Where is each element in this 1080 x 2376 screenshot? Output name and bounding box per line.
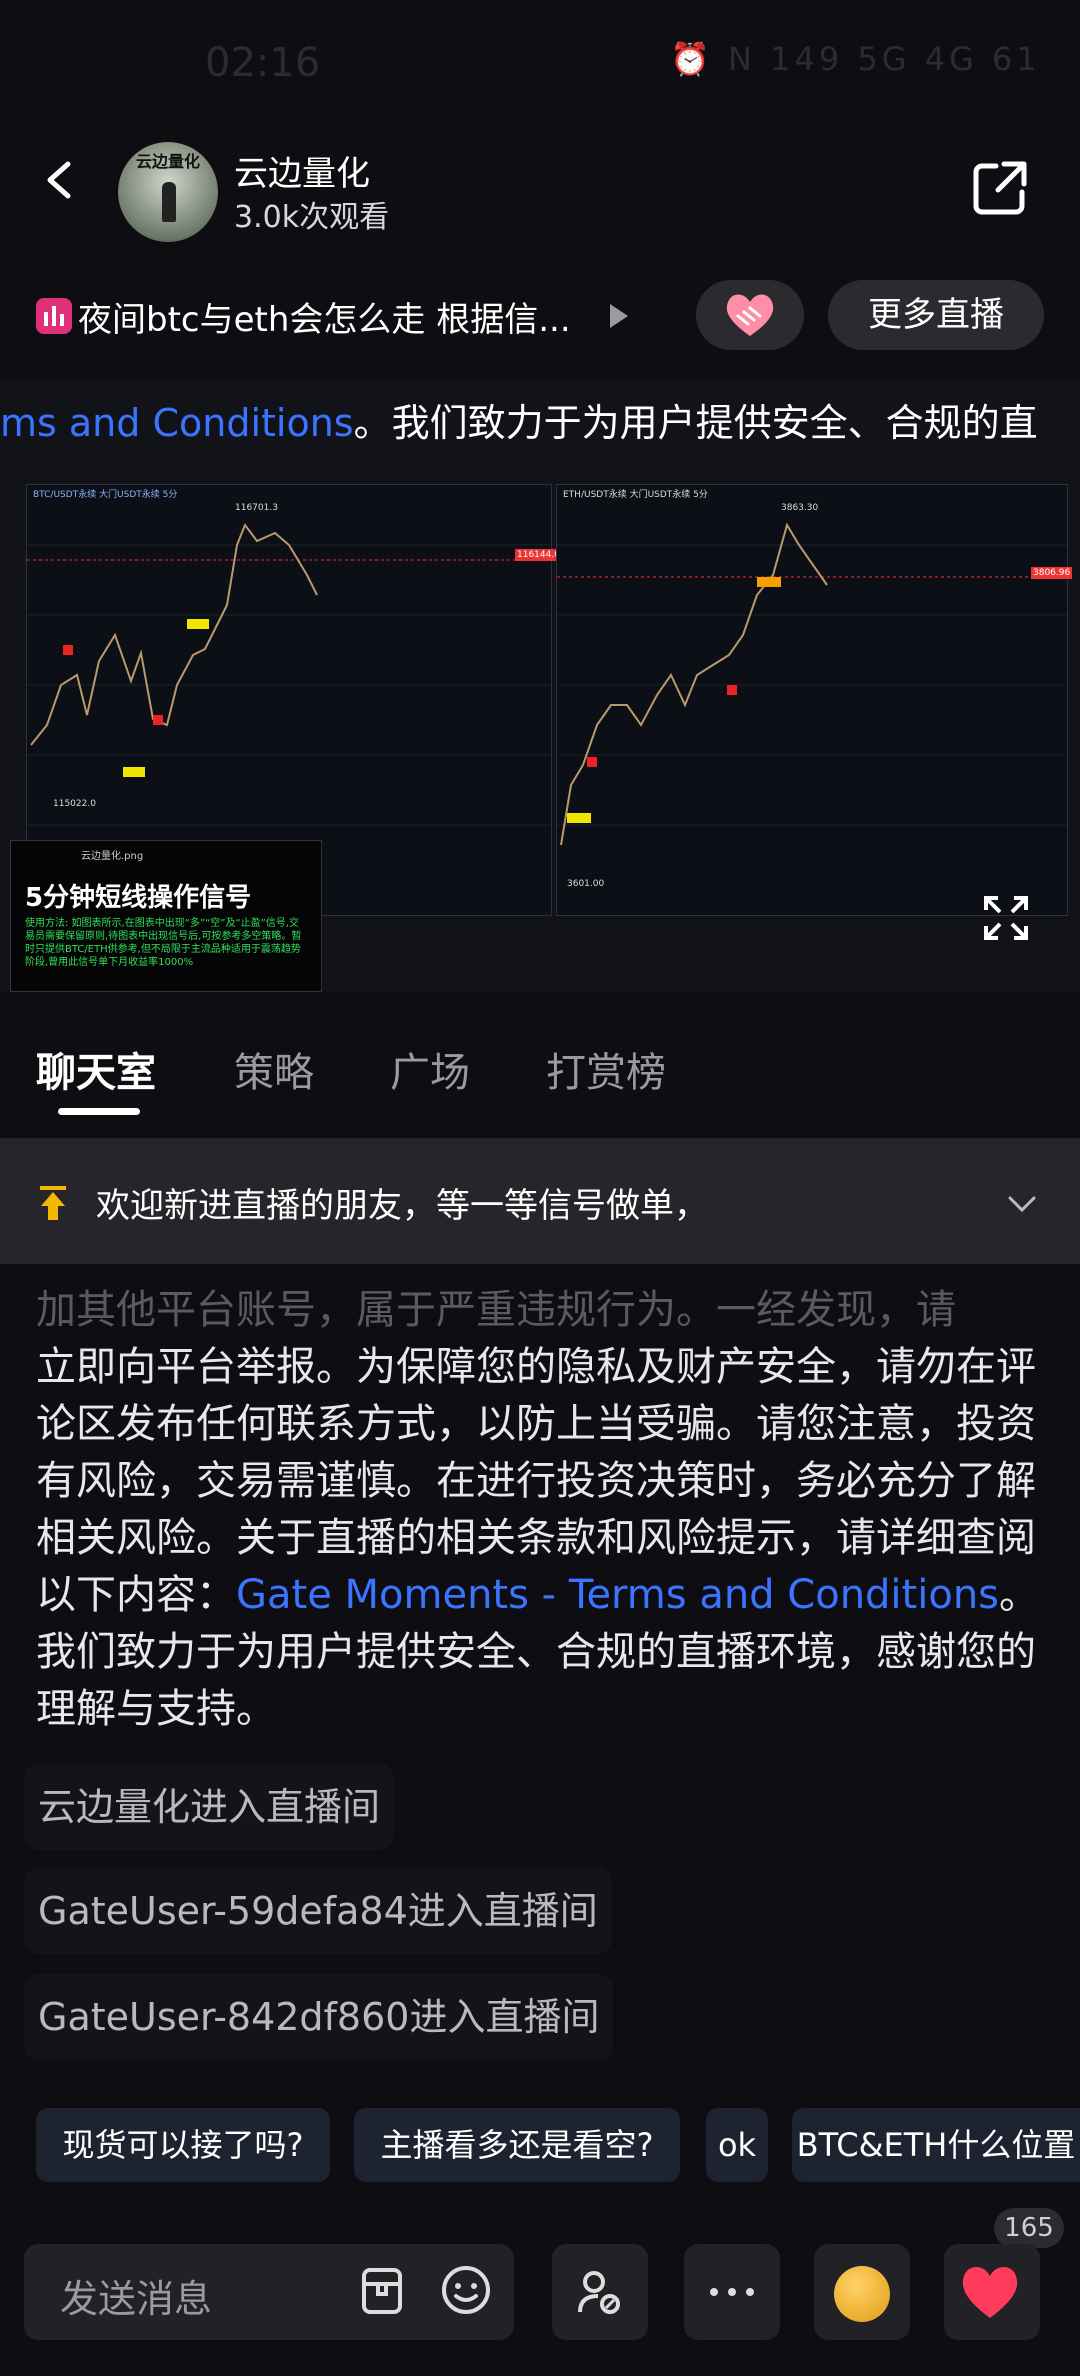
tab-strategy[interactable]: 策略 bbox=[234, 1040, 314, 1098]
list-item: GateUser-59defa84进入直播间 bbox=[24, 1868, 612, 1954]
heart-icon bbox=[962, 2267, 1018, 2318]
quick-reply-chip[interactable]: 现货可以接了吗? bbox=[36, 2108, 330, 2182]
like-count-badge: 165 bbox=[994, 2208, 1064, 2248]
coin-icon bbox=[834, 2266, 890, 2322]
eth-candles bbox=[557, 522, 1067, 846]
eth-price-tag: 3806.96 bbox=[1031, 567, 1073, 579]
emoji-icon[interactable] bbox=[440, 2264, 492, 2316]
signal-overlay: 云边量化.png 5分钟短线操作信号 使用方法: 如图表所示,在图表中出现“多”… bbox=[10, 840, 322, 992]
quick-reply-chip[interactable]: 主播看多还是看空? bbox=[354, 2108, 680, 2182]
btc-price-top: 116701.3 bbox=[235, 503, 278, 513]
marquee-link[interactable]: ms and Conditions bbox=[0, 401, 354, 445]
tab-chat-room[interactable]: 聊天室 bbox=[36, 1040, 156, 1098]
btc-price-low: 115022.0 bbox=[53, 799, 96, 809]
handshake-heart-icon bbox=[726, 294, 774, 336]
more-dots-icon bbox=[710, 2288, 754, 2296]
fullscreen-icon[interactable] bbox=[982, 894, 1030, 942]
follow-heart-button[interactable] bbox=[696, 280, 804, 350]
notice-marquee: ms and Conditions。我们致力于为用户提供安全、合规的直 bbox=[0, 392, 1038, 447]
avatar-text: 云边量化 bbox=[135, 152, 200, 171]
quick-reply-chip[interactable]: ok bbox=[706, 2108, 768, 2182]
risk-notice: 加其他平台账号，属于严重违规行为。一经发现，请 立即向平台举报。为保障您的隐私及财… bbox=[36, 1282, 1048, 1738]
signal-file: 云边量化.png bbox=[81, 851, 144, 862]
marquee-text: 。我们致力于为用户提供安全、合规的直 bbox=[353, 401, 1038, 445]
eth-chart-pane: ETH/USDT永续 大门USDT永续 5分 3863.30 3601.00 3… bbox=[556, 484, 1073, 916]
list-item: GateUser-842df860进入直播间 bbox=[24, 1974, 614, 2060]
chevron-down-icon[interactable] bbox=[1008, 1190, 1036, 1218]
user-settings-button[interactable] bbox=[552, 2244, 648, 2340]
btc-chart-title: BTC/USDT永续 大门USDT永续 5分 bbox=[33, 490, 178, 500]
tab-bar bbox=[0, 996, 1080, 1136]
live-title[interactable]: 夜间btc与eth会怎么走 根据信... bbox=[78, 292, 571, 341]
status-bar: 02:16 ⏰ N 149 5G 4G 61 bbox=[0, 0, 1080, 130]
user-gear-icon bbox=[578, 2271, 620, 2314]
more-options-button[interactable] bbox=[684, 2244, 780, 2340]
more-live-button[interactable]: 更多直播 bbox=[828, 280, 1044, 350]
pinned-text: 欢迎新进直播的朋友，等一等信号做单， bbox=[96, 1186, 708, 1226]
avatar[interactable]: 云边量化 bbox=[118, 142, 218, 242]
signal-title: 5分钟短线操作信号 bbox=[25, 883, 252, 913]
tab-tip-ranking[interactable]: 打赏榜 bbox=[546, 1040, 666, 1098]
notice-faded-line: 加其他平台账号，属于严重违规行为。一经发现，请 bbox=[36, 1287, 956, 1333]
message-placeholder: 发送消息 bbox=[60, 2277, 213, 2321]
live-bars-icon bbox=[36, 298, 72, 334]
tab-plaza[interactable]: 广场 bbox=[390, 1040, 470, 1098]
tab-active-indicator bbox=[58, 1108, 140, 1115]
quick-reply-chip[interactable]: BTC&ETH什么位置 bbox=[792, 2108, 1080, 2182]
channel-name[interactable]: 云边量化 bbox=[234, 146, 370, 195]
eth-chart-title: ETH/USDT永续 大门USDT永续 5分 bbox=[563, 490, 708, 500]
btc-price-tag: 116144.0 bbox=[515, 549, 562, 561]
share-icon[interactable] bbox=[970, 158, 1030, 218]
title-expand-icon[interactable] bbox=[610, 304, 628, 328]
back-icon[interactable] bbox=[40, 160, 80, 200]
status-icons: ⏰ N 149 5G 4G 61 bbox=[670, 40, 1041, 78]
signal-body: 使用方法: 如图表所示,在图表中出现“多”“空”及“止盈”信号,交易员需要保留原… bbox=[25, 918, 302, 968]
eth-price-top: 3863.30 bbox=[781, 503, 819, 513]
status-time: 02:16 bbox=[205, 40, 321, 86]
list-item: 云边量化进入直播间 bbox=[24, 1764, 395, 1850]
pin-top-icon bbox=[40, 1186, 66, 1220]
terms-link[interactable]: Gate Moments - Terms and Conditions bbox=[236, 1572, 999, 1618]
gift-box-icon[interactable] bbox=[360, 2266, 404, 2316]
view-count: 3.0k次观看 bbox=[234, 200, 390, 235]
eth-price-low: 3601.00 bbox=[567, 879, 605, 889]
